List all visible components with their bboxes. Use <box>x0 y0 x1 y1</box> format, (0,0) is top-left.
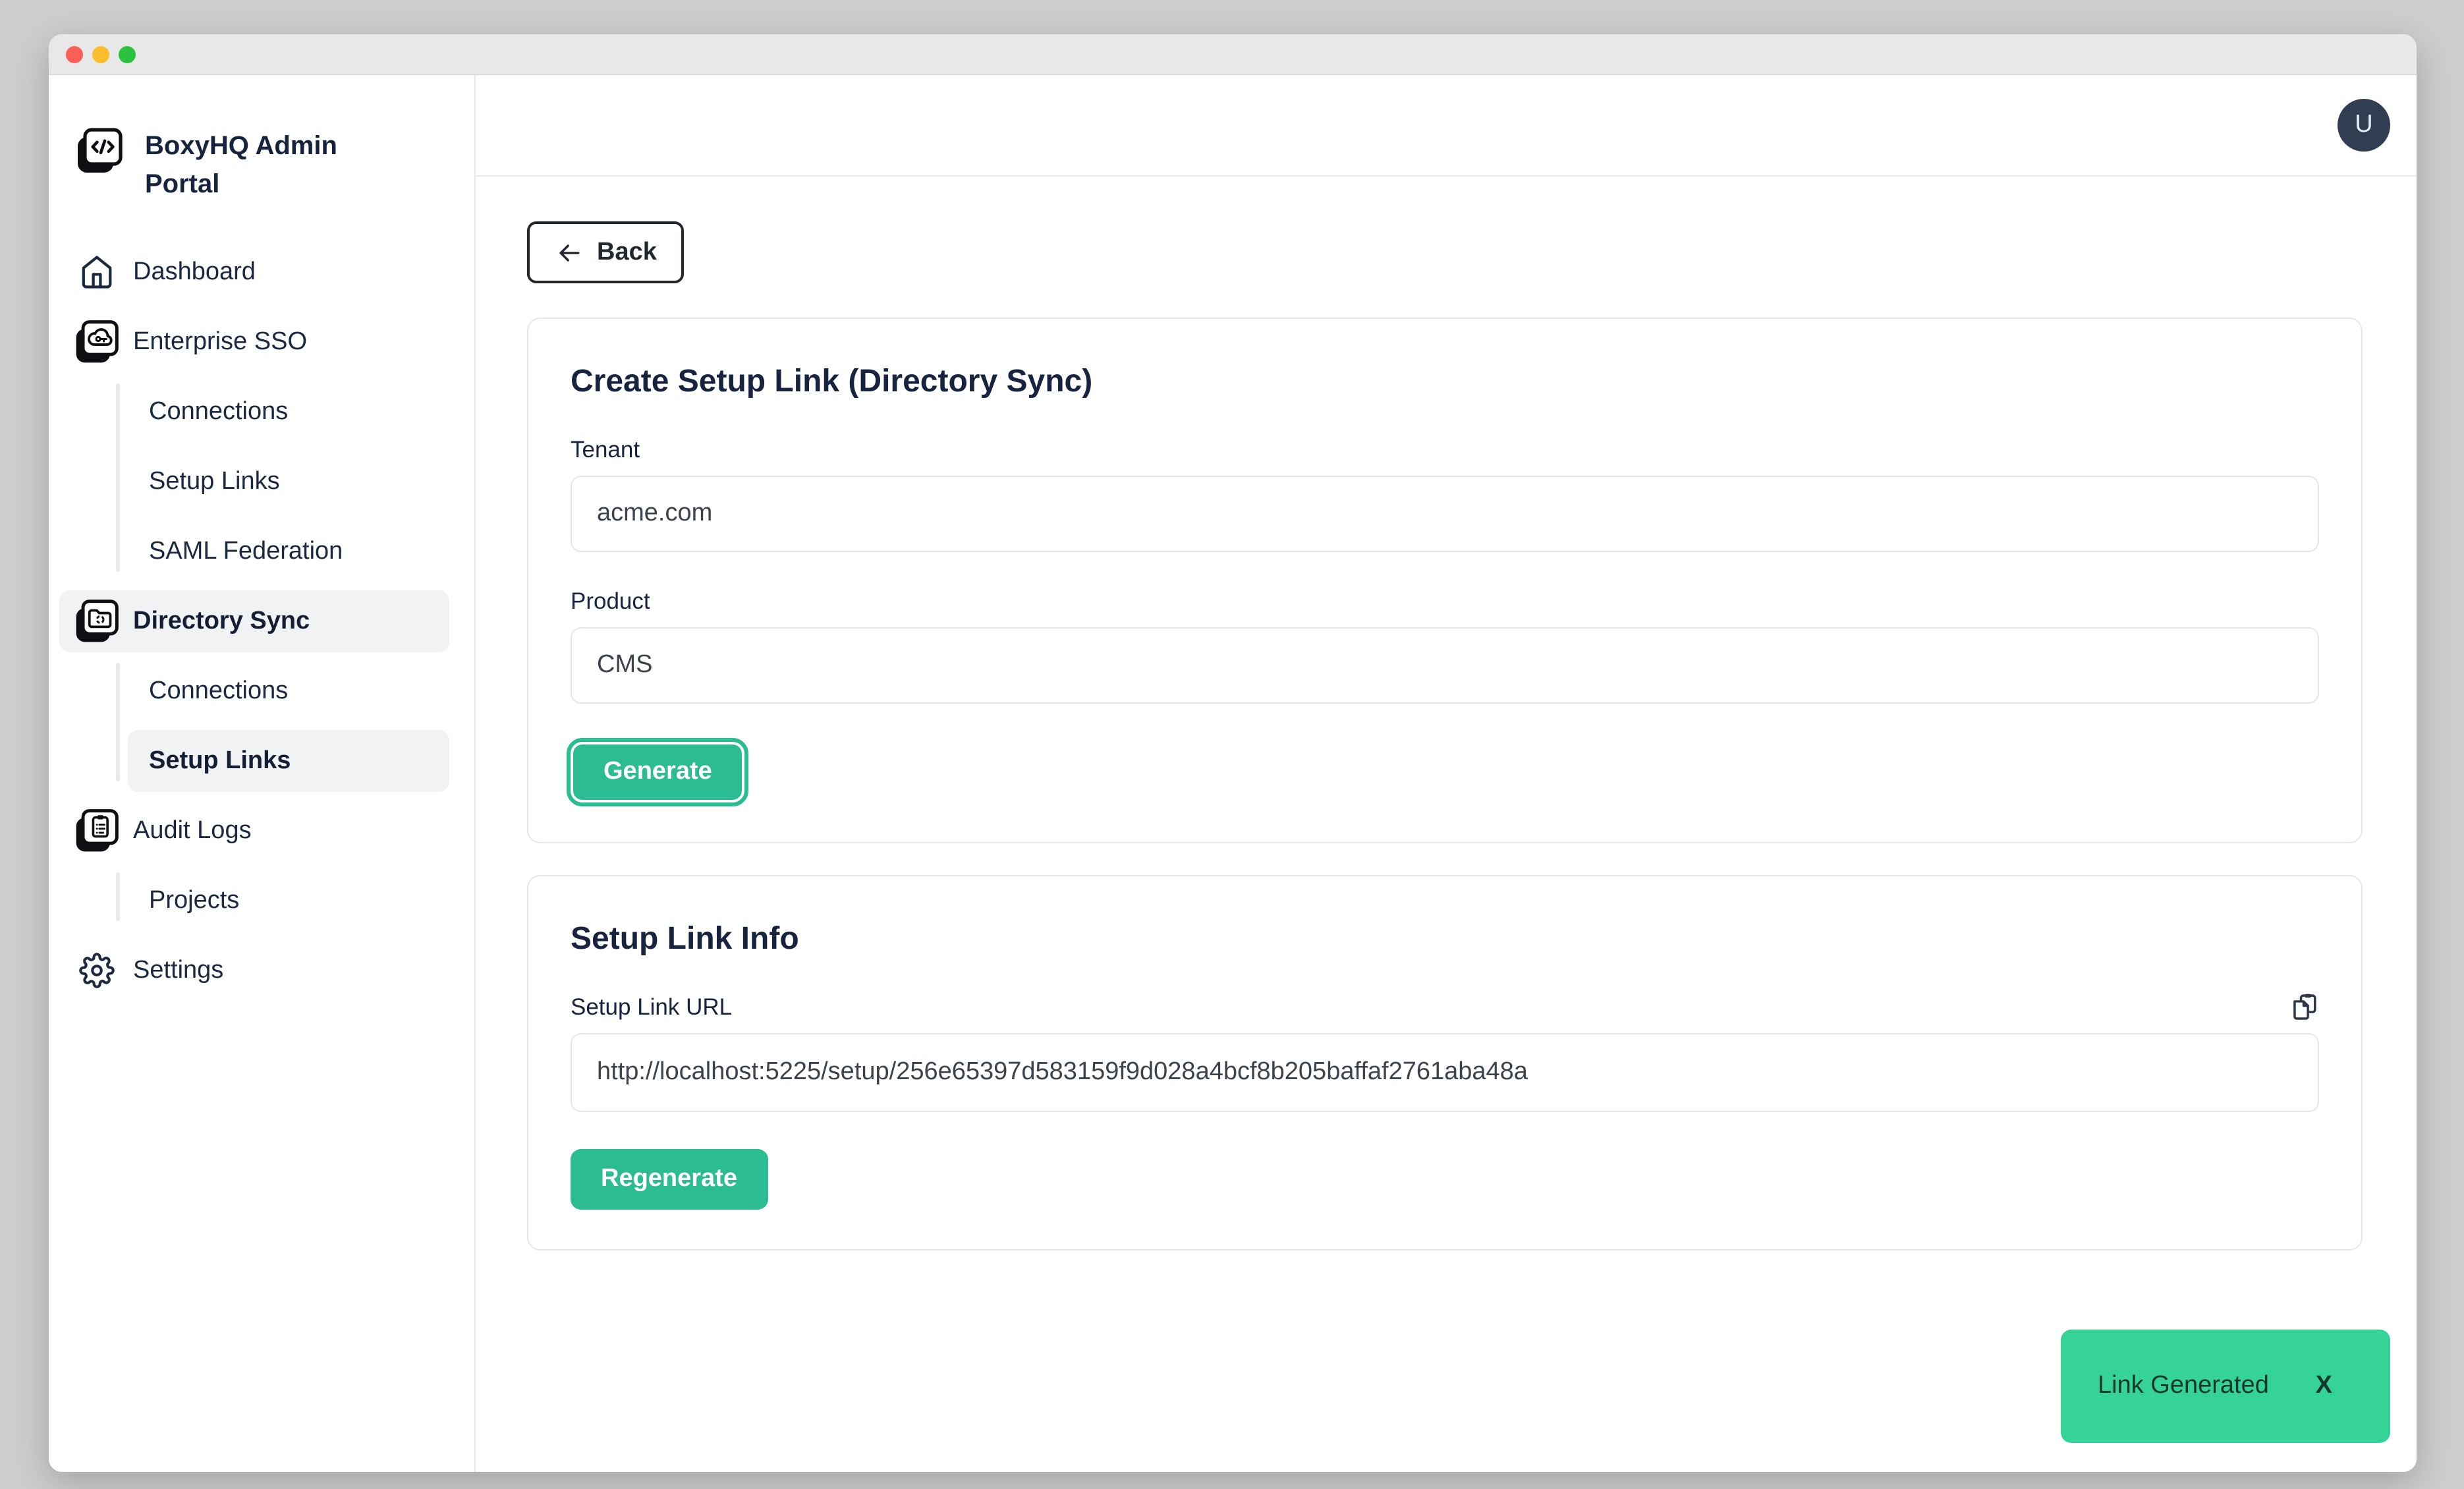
page-content: Back Create Setup Link (Directory Sync) … <box>476 177 2417 1250</box>
regenerate-button[interactable]: Regenerate <box>571 1149 768 1210</box>
sidebar-item-dashboard[interactable]: Dashboard <box>59 241 449 303</box>
sso-cloud-key-icon <box>71 317 121 367</box>
sidebar-item-sso-setup-links[interactable]: Setup Links <box>128 451 449 513</box>
gear-icon <box>71 945 121 996</box>
create-setup-link-card: Create Setup Link (Directory Sync) Tenan… <box>527 318 2363 843</box>
sidebar-item-dsync-setup-links[interactable]: Setup Links <box>128 730 449 792</box>
home-icon <box>71 247 121 297</box>
audit-logs-subgroup: Projects <box>59 870 449 932</box>
sidebar-item-label: Dashboard <box>133 258 256 287</box>
copy-to-clipboard-button[interactable] <box>2290 992 2319 1021</box>
create-card-title: Create Setup Link (Directory Sync) <box>571 364 2319 401</box>
top-header: U <box>476 75 2417 177</box>
toast-notification: Link Generated X <box>2061 1330 2390 1443</box>
sidebar-nav: Dashboard Enterprise SSO <box>59 241 449 1001</box>
toast-close-button[interactable]: X <box>2316 1372 2332 1401</box>
toast-message: Link Generated <box>2061 1372 2269 1401</box>
app-window: BoxyHQ Admin Portal Dashboard <box>49 34 2417 1472</box>
folder-sync-icon <box>71 596 121 646</box>
generate-button[interactable]: Generate <box>571 742 745 802</box>
product-label: Product <box>571 588 2319 615</box>
sidebar-item-enterprise-sso[interactable]: Enterprise SSO <box>59 311 449 373</box>
clipboard-list-icon <box>71 806 121 856</box>
sidebar-item-dsync-connections[interactable]: Connections <box>128 660 449 722</box>
back-button[interactable]: Back <box>527 221 685 283</box>
directory-sync-subgroup: Connections Setup Links <box>59 660 449 792</box>
setup-link-info-card: Setup Link Info Setup Link URL <box>527 875 2363 1250</box>
info-card-title: Setup Link Info <box>571 921 2319 958</box>
sidebar-item-sso-connections[interactable]: Connections <box>128 381 449 443</box>
sidebar-item-projects[interactable]: Projects <box>128 870 449 932</box>
brand: BoxyHQ Admin Portal <box>59 125 449 204</box>
sidebar: BoxyHQ Admin Portal Dashboard <box>49 75 476 1472</box>
back-arrow-icon <box>555 238 584 267</box>
tenant-label: Tenant <box>571 436 2319 464</box>
sidebar-item-saml-federation[interactable]: SAML Federation <box>128 520 449 582</box>
tenant-input[interactable] <box>571 476 2319 552</box>
close-window-button[interactable] <box>66 45 83 63</box>
minimize-window-button[interactable] <box>92 45 109 63</box>
avatar[interactable]: U <box>2338 99 2390 152</box>
zoom-window-button[interactable] <box>119 45 136 63</box>
window-titlebar <box>49 34 2417 75</box>
sidebar-item-label: Enterprise SSO <box>133 327 307 356</box>
enterprise-sso-subgroup: Connections Setup Links SAML Federation <box>59 381 449 582</box>
product-input[interactable] <box>571 627 2319 704</box>
sidebar-item-audit-logs[interactable]: Audit Logs <box>59 800 449 862</box>
desktop-background: BoxyHQ Admin Portal Dashboard <box>0 0 2464 1489</box>
app-title: BoxyHQ Admin Portal <box>145 125 337 204</box>
sidebar-item-directory-sync[interactable]: Directory Sync <box>59 590 449 652</box>
copy-icon <box>2290 992 2319 1021</box>
back-button-label: Back <box>597 238 657 267</box>
sidebar-item-settings[interactable]: Settings <box>59 940 449 1001</box>
sidebar-item-label: Settings <box>133 956 223 985</box>
avatar-letter: U <box>2355 111 2372 140</box>
setup-link-url-label: Setup Link URL <box>571 993 732 1021</box>
sidebar-item-label: Directory Sync <box>133 607 310 636</box>
boxyhq-logo-icon <box>72 125 125 178</box>
sidebar-item-label: Audit Logs <box>133 816 252 845</box>
setup-link-url-input[interactable] <box>571 1033 2319 1112</box>
main-area: U Back Create Setup Link (Di <box>476 75 2417 1472</box>
